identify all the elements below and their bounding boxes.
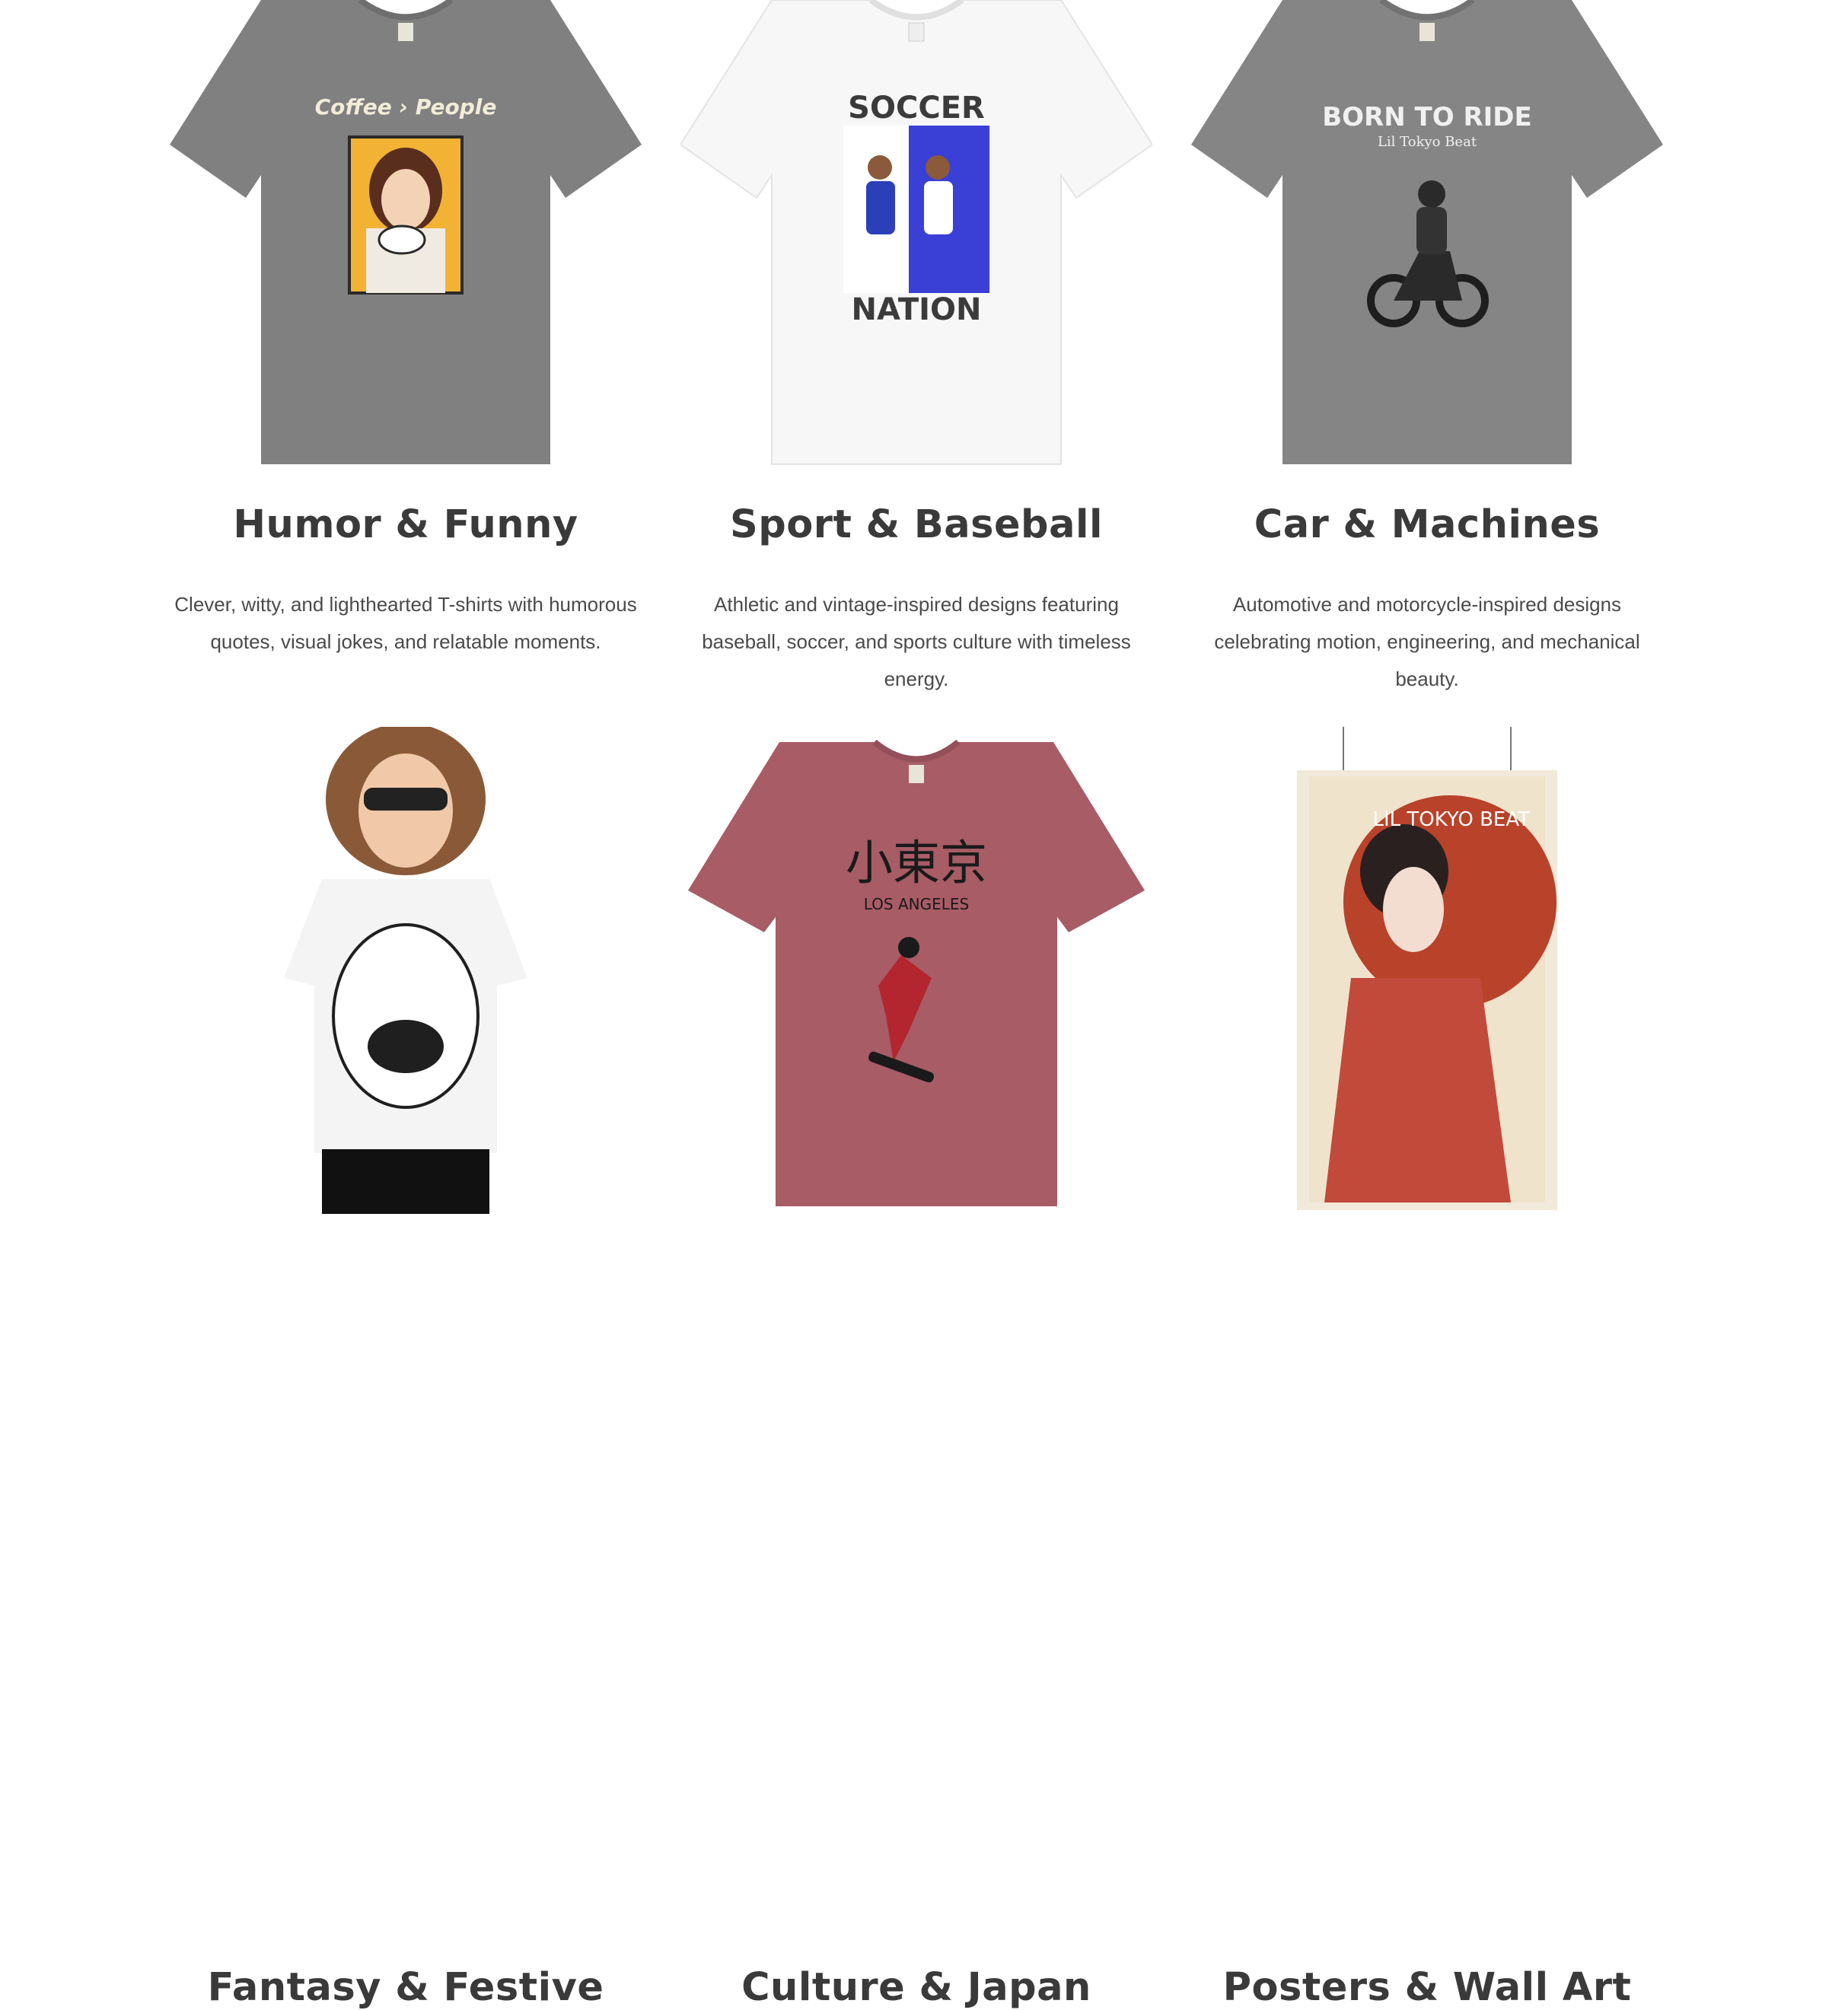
poster-graphic: LIL TOKYO BEAT bbox=[1297, 727, 1557, 1210]
category-card-sport-baseball[interactable]: SOCCER NATION Sport & Baseball Athletic … bbox=[680, 0, 1152, 690]
print-subtext: LOS ANGELES bbox=[864, 895, 969, 913]
category-card-posters-wall-art[interactable]: LIL TOKYO BEAT Posters & Wall Art bbox=[1191, 727, 1663, 2010]
tshirt-graphic: BORN TO RIDE Lil Tokyo Beat bbox=[1191, 0, 1663, 464]
category-title[interactable]: Culture & Japan bbox=[680, 1965, 1152, 2010]
product-image-poster[interactable]: LIL TOKYO BEAT bbox=[1191, 727, 1663, 1214]
category-card-fantasy-festive[interactable]: Fantasy & Festive bbox=[170, 727, 642, 2010]
product-image-car-tshirt[interactable]: BORN TO RIDE Lil Tokyo Beat bbox=[1191, 0, 1663, 472]
print-text-bottom: NATION bbox=[852, 292, 982, 327]
tshirt-graphic: Coffee › People bbox=[170, 0, 642, 464]
print-text: LIL TOKYO BEAT bbox=[1373, 808, 1531, 831]
print-text: Coffee › People bbox=[315, 94, 497, 119]
product-image-fantasy-model[interactable] bbox=[170, 727, 642, 1214]
category-title[interactable]: Car & Machines bbox=[1191, 502, 1663, 547]
category-card-humor-funny[interactable]: Coffee › People Humor & Funny Clever, wi… bbox=[170, 0, 642, 653]
category-card-culture-japan[interactable]: 小東京 LOS ANGELES Culture & Japan bbox=[680, 727, 1152, 2010]
print-text: 小東京 bbox=[846, 835, 987, 890]
product-image-humor-tshirt[interactable]: Coffee › People bbox=[170, 0, 642, 472]
product-image-culture-tshirt[interactable]: 小東京 LOS ANGELES bbox=[680, 727, 1152, 1214]
category-title[interactable]: Fantasy & Festive bbox=[170, 1965, 642, 2010]
print-text-top: SOCCER bbox=[848, 91, 985, 126]
category-card-car-machines[interactable]: BORN TO RIDE Lil Tokyo Beat Car & Machin… bbox=[1191, 0, 1663, 690]
category-title[interactable]: Sport & Baseball bbox=[680, 502, 1152, 547]
tshirt-graphic: 小東京 LOS ANGELES bbox=[688, 739, 1145, 1206]
product-image-sport-tshirt[interactable]: SOCCER NATION bbox=[680, 0, 1152, 472]
print-text: BORN TO RIDE bbox=[1322, 102, 1532, 132]
print-subtext: Lil Tokyo Beat bbox=[1378, 134, 1477, 150]
category-description: Athletic and vintage-inspired designs fe… bbox=[702, 593, 1131, 690]
category-description: Clever, witty, and lighthearted T-shirts… bbox=[174, 593, 637, 653]
category-description: Automotive and motorcycle-inspired desig… bbox=[1214, 593, 1640, 690]
category-title[interactable]: Posters & Wall Art bbox=[1191, 1965, 1663, 2010]
category-title[interactable]: Humor & Funny bbox=[170, 502, 642, 547]
tshirt-graphic: SOCCER NATION bbox=[680, 0, 1152, 465]
model-photo-graphic bbox=[284, 727, 527, 1214]
